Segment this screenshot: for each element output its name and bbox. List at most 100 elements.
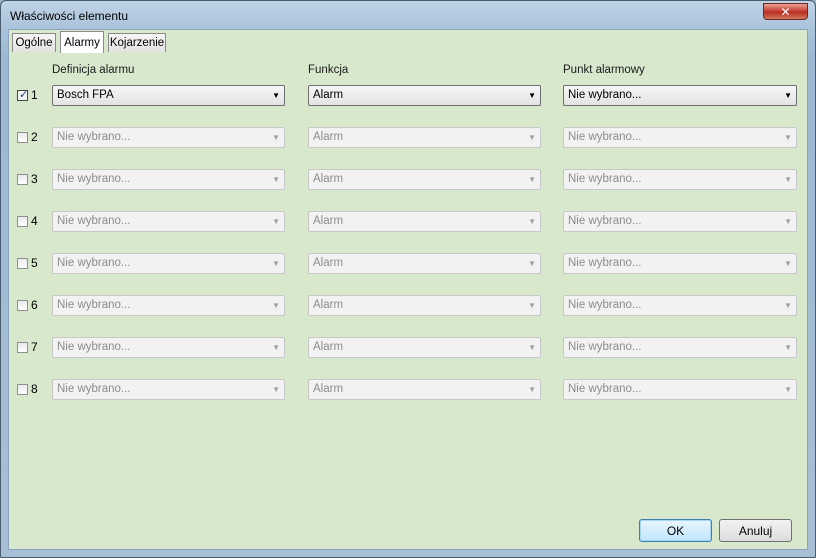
column-header-point: Punkt alarmowy — [563, 64, 645, 76]
alarm-row-number: 7 — [31, 340, 38, 354]
window-title: Właściwości elementu — [10, 9, 129, 23]
chevron-down-icon: ▼ — [528, 91, 536, 100]
chevron-down-icon: ▼ — [784, 343, 792, 352]
function-dropdown[interactable]: Alarm ▼ — [308, 253, 541, 274]
chevron-down-icon: ▼ — [272, 175, 280, 184]
definition-dropdown[interactable]: Nie wybrano... ▼ — [52, 379, 285, 400]
chevron-down-icon: ▼ — [528, 133, 536, 142]
function-value: Alarm — [313, 89, 344, 101]
chevron-down-icon: ▼ — [528, 385, 536, 394]
point-value: Nie wybrano... — [568, 215, 642, 227]
title-bar[interactable]: Właściwości elementu ✕ — [1, 1, 815, 29]
chevron-down-icon: ▼ — [528, 343, 536, 352]
dialog-window: Właściwości elementu ✕ Ogólne Alarmy Koj… — [0, 0, 816, 558]
function-value: Alarm — [313, 215, 344, 227]
definition-value: Nie wybrano... — [57, 215, 131, 227]
point-dropdown[interactable]: Nie wybrano... ▼ — [563, 379, 797, 400]
definition-dropdown[interactable]: Nie wybrano... ▼ — [52, 253, 285, 274]
chevron-down-icon: ▼ — [784, 385, 792, 394]
definition-dropdown[interactable]: Nie wybrano... ▼ — [52, 295, 285, 316]
alarm-row-checkbox[interactable] — [17, 258, 28, 269]
close-icon: ✕ — [780, 4, 791, 19]
point-dropdown[interactable]: Nie wybrano... ▼ — [563, 85, 797, 106]
chevron-down-icon: ▼ — [272, 343, 280, 352]
function-dropdown[interactable]: Alarm ▼ — [308, 379, 541, 400]
point-value: Nie wybrano... — [568, 173, 642, 185]
function-value: Alarm — [313, 383, 344, 395]
definition-dropdown[interactable]: Bosch FPA ▼ — [52, 85, 285, 106]
function-dropdown[interactable]: Alarm ▼ — [308, 337, 541, 358]
point-value: Nie wybrano... — [568, 341, 642, 353]
chevron-down-icon: ▼ — [272, 91, 280, 100]
checkmark-icon: ✓ — [19, 88, 29, 101]
alarm-row-number: 4 — [31, 214, 38, 228]
function-dropdown[interactable]: Alarm ▼ — [308, 127, 541, 148]
alarm-row: 6 Nie wybrano... ▼ Alarm ▼ Nie wybrano... ▼ — [9, 294, 807, 318]
chevron-down-icon: ▼ — [528, 259, 536, 268]
alarm-row-checkbox[interactable] — [17, 174, 28, 185]
alarm-row-checkbox[interactable] — [17, 342, 28, 353]
dialog-content: Ogólne Alarmy Kojarzenie Definicja alarm… — [8, 29, 808, 550]
alarm-row-number: 2 — [31, 130, 38, 144]
alarm-row-checkbox[interactable] — [17, 132, 28, 143]
function-value: Alarm — [313, 131, 344, 143]
point-value: Nie wybrano... — [568, 299, 642, 311]
tab-alarmy[interactable]: Alarmy — [60, 31, 104, 53]
chevron-down-icon: ▼ — [272, 217, 280, 226]
chevron-down-icon: ▼ — [784, 217, 792, 226]
alarm-row-number: 1 — [31, 88, 38, 102]
point-dropdown[interactable]: Nie wybrano... ▼ — [563, 127, 797, 148]
alarm-row-number: 3 — [31, 172, 38, 186]
ok-button[interactable]: OK — [639, 519, 712, 542]
definition-dropdown[interactable]: Nie wybrano... ▼ — [52, 211, 285, 232]
function-value: Alarm — [313, 341, 344, 353]
alarm-row: 3 Nie wybrano... ▼ Alarm ▼ Nie wybrano... ▼ — [9, 168, 807, 192]
definition-value: Bosch FPA — [57, 89, 114, 101]
chevron-down-icon: ▼ — [528, 217, 536, 226]
function-dropdown[interactable]: Alarm ▼ — [308, 169, 541, 190]
tab-kojarzenie[interactable]: Kojarzenie — [108, 33, 166, 52]
alarm-row-checkbox[interactable] — [17, 216, 28, 227]
definition-value: Nie wybrano... — [57, 131, 131, 143]
definition-dropdown[interactable]: Nie wybrano... ▼ — [52, 127, 285, 148]
alarm-row-number: 5 — [31, 256, 38, 270]
alarm-row-checkbox[interactable] — [17, 300, 28, 311]
column-header-definition: Definicja alarmu — [52, 64, 135, 76]
tab-ogolne[interactable]: Ogólne — [12, 33, 56, 52]
definition-value: Nie wybrano... — [57, 257, 131, 269]
point-dropdown[interactable]: Nie wybrano... ▼ — [563, 253, 797, 274]
chevron-down-icon: ▼ — [272, 133, 280, 142]
alarm-row: 4 Nie wybrano... ▼ Alarm ▼ Nie wybrano... ▼ — [9, 210, 807, 234]
alarm-row-checkbox[interactable] — [17, 384, 28, 395]
point-value: Nie wybrano... — [568, 383, 642, 395]
point-dropdown[interactable]: Nie wybrano... ▼ — [563, 295, 797, 316]
definition-dropdown[interactable]: Nie wybrano... ▼ — [52, 169, 285, 190]
chevron-down-icon: ▼ — [272, 301, 280, 310]
chevron-down-icon: ▼ — [272, 385, 280, 394]
alarm-row-checkbox[interactable]: ✓ — [17, 88, 29, 101]
chevron-down-icon: ▼ — [528, 301, 536, 310]
column-header-function: Funkcja — [308, 64, 349, 76]
definition-value: Nie wybrano... — [57, 383, 131, 395]
function-dropdown[interactable]: Alarm ▼ — [308, 295, 541, 316]
definition-dropdown[interactable]: Nie wybrano... ▼ — [52, 337, 285, 358]
close-button[interactable]: ✕ — [763, 3, 808, 20]
chevron-down-icon: ▼ — [784, 175, 792, 184]
point-dropdown[interactable]: Nie wybrano... ▼ — [563, 211, 797, 232]
function-dropdown[interactable]: Alarm ▼ — [308, 85, 541, 106]
alarm-row-number: 8 — [31, 382, 38, 396]
alarm-row-number: 6 — [31, 298, 38, 312]
definition-value: Nie wybrano... — [57, 173, 131, 185]
cancel-button[interactable]: Anuluj — [719, 519, 792, 542]
function-dropdown[interactable]: Alarm ▼ — [308, 211, 541, 232]
chevron-down-icon: ▼ — [784, 133, 792, 142]
definition-value: Nie wybrano... — [57, 341, 131, 353]
chevron-down-icon: ▼ — [528, 175, 536, 184]
point-dropdown[interactable]: Nie wybrano... ▼ — [563, 337, 797, 358]
point-dropdown[interactable]: Nie wybrano... ▼ — [563, 169, 797, 190]
chevron-down-icon: ▼ — [784, 301, 792, 310]
function-value: Alarm — [313, 257, 344, 269]
point-value: Nie wybrano... — [568, 257, 642, 269]
function-value: Alarm — [313, 299, 344, 311]
chevron-down-icon: ▼ — [784, 91, 792, 100]
